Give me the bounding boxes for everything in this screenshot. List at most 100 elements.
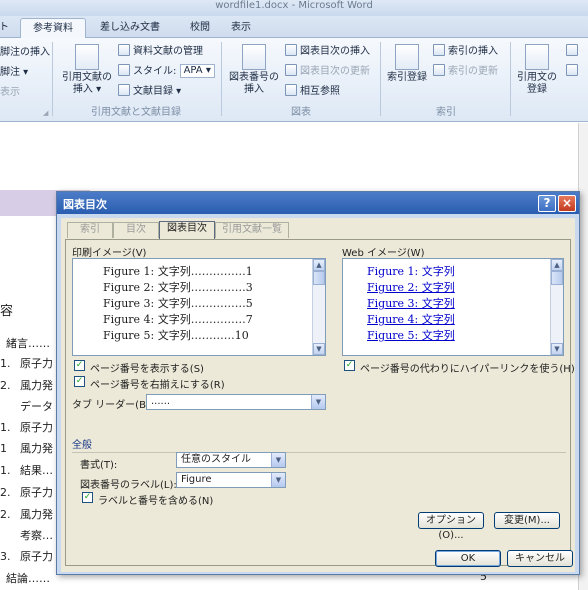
insert-citation-button[interactable]: 引用文献の 挿入 ▾ — [58, 44, 116, 96]
insert-index-button[interactable]: 索引の挿入 — [433, 44, 498, 59]
show-notes-partial[interactable]: 表示 — [0, 86, 20, 100]
dialog-titlebar[interactable]: 図表目次 ? × — [57, 192, 579, 214]
insert-footnote-partial[interactable]: 脚注の挿入 — [0, 46, 50, 60]
footnote-menu-partial[interactable]: 脚注 ▾ — [0, 66, 28, 80]
toa-small-button[interactable] — [566, 44, 581, 59]
tab-index[interactable]: 索引 — [67, 222, 113, 238]
web-preview-line[interactable]: Figure 4: 文字列 — [367, 311, 455, 327]
footnote-label: 脚注の挿入 — [0, 47, 50, 58]
include-label-checkbox[interactable]: ✓ — [82, 492, 93, 503]
use-hyperlinks-checkbox[interactable]: ✓ — [344, 360, 355, 371]
tab-review[interactable]: 校閲 — [180, 18, 220, 38]
tab-table-of-figures[interactable]: 図表目次 — [159, 221, 215, 239]
captions-group-label: 図表 — [291, 107, 311, 118]
show-page-numbers-label[interactable]: ページ番号を表示する(S) — [90, 360, 204, 375]
doc-line-text: 風力発 — [20, 508, 53, 521]
insert-index-label: 索引の挿入 — [448, 46, 498, 57]
tab-mailings[interactable]: 差し込み文書 — [92, 18, 168, 38]
insert-table-of-figures-button[interactable]: 図表目次の挿入 — [285, 44, 370, 59]
close-button[interactable]: × — [558, 195, 576, 212]
tab-partial[interactable]: ト — [0, 18, 12, 38]
manage-sources-button[interactable]: 資料文献の管理 — [118, 44, 203, 59]
scroll-down-icon[interactable]: ▼ — [313, 343, 325, 355]
doc-line: 考察… — [20, 527, 53, 543]
formats-select[interactable]: 任意のスタイル ▼ — [176, 452, 286, 468]
mark-entry-button[interactable]: 索引登録 — [384, 44, 430, 84]
help-button[interactable]: ? — [538, 195, 556, 212]
doc-line-num: 1. — [0, 421, 11, 434]
modify-button[interactable]: 変更(M)... — [494, 512, 560, 529]
web-preview-line[interactable]: Figure 3: 文字列 — [367, 295, 455, 311]
tab-leader-select[interactable]: ...... ▼ — [146, 394, 326, 410]
citations-group-label: 引用文献と文献目録 — [91, 107, 181, 118]
doc-line: 1 風力発 — [0, 440, 53, 456]
chevron-down-icon[interactable]: ▼ — [271, 453, 285, 467]
tab-references[interactable]: 参考資料 — [20, 18, 86, 39]
tab-view[interactable]: 表示 — [222, 18, 260, 38]
preview-page: 3 — [245, 281, 253, 294]
dialog-body: 索引 目次 図表目次 引用文献一覧 印刷イメージ(V) Figure 1: 文字… — [61, 218, 575, 572]
right-align-checkbox[interactable]: ✓ — [74, 376, 85, 387]
dialog-launcher-icon[interactable]: ◢ — [43, 106, 48, 120]
right-align-label[interactable]: ページ番号を右揃えにする(R) — [90, 376, 225, 391]
insert-index-icon — [433, 44, 445, 56]
dialog-title: 図表目次 — [63, 198, 107, 211]
scroll-up-icon[interactable]: ▲ — [313, 259, 325, 271]
toa-icon — [566, 44, 578, 56]
web-preview-line[interactable]: Figure 2: 文字列 — [367, 279, 455, 295]
insert-caption-label: 図表番号の 挿入 — [229, 72, 279, 95]
style-selector[interactable]: スタイル: APA ▾ — [118, 64, 215, 79]
toa-small-button-2[interactable] — [566, 64, 581, 79]
show-page-numbers-checkbox[interactable]: ✓ — [74, 360, 85, 371]
web-preview-scrollbar[interactable]: ▲ ▼ — [550, 259, 563, 355]
update-table-button[interactable]: 図表目次の更新 — [285, 64, 370, 79]
print-preview-box[interactable]: Figure 1: 文字列……………1 Figure 2: 文字列……………3 … — [72, 258, 326, 356]
ok-button[interactable]: OK — [435, 550, 501, 567]
chevron-down-icon[interactable]: ▼ — [271, 473, 285, 487]
tab-table-of-authorities[interactable]: 引用文献一覧 — [215, 222, 289, 238]
mark-citation-label: 引用文の 登録 — [517, 72, 557, 95]
style-combo[interactable]: APA ▾ — [179, 64, 215, 78]
cross-reference-button[interactable]: 相互参照 — [285, 84, 340, 99]
doc-line: 1. 原子力 — [0, 419, 53, 435]
doc-line-text: 原子力 — [20, 421, 53, 434]
style-value: APA — [183, 65, 203, 76]
update-index-button[interactable]: 索引の更新 — [433, 64, 498, 79]
doc-line-num: 2. — [0, 486, 11, 499]
options-button[interactable]: オプション(O)... — [418, 512, 484, 541]
include-label-label[interactable]: ラベルと番号を含める(N) — [98, 492, 213, 507]
caption-icon — [242, 44, 266, 70]
scroll-up-icon[interactable]: ▲ — [551, 259, 563, 271]
show-notes-label: 表示 — [0, 87, 20, 98]
ribbon: 脚注の挿入 脚注 ▾ 表示 ◢ 引用文献の 挿入 ▾ 資料文献の管理 スタイル:… — [0, 38, 588, 122]
close-icon: × — [561, 196, 573, 210]
bibliography-label: 文献目録 ▾ — [133, 86, 182, 97]
group-separator — [510, 42, 511, 116]
doc-line: 2. 風力発 — [0, 506, 53, 522]
insert-caption-button[interactable]: 図表番号の 挿入 — [226, 44, 282, 96]
web-preview-line[interactable]: Figure 1: 文字列 — [367, 263, 455, 279]
print-preview-line: Figure 2: 文字列……………3 — [103, 279, 253, 295]
doc-line: 1. 結果… — [0, 462, 53, 478]
group-separator — [221, 42, 222, 116]
scroll-down-icon[interactable]: ▼ — [551, 343, 563, 355]
scroll-thumb[interactable] — [551, 271, 563, 285]
doc-line-text: 原子力 — [20, 550, 53, 563]
print-preview-line: Figure 3: 文字列……………5 — [103, 295, 253, 311]
cross-reference-label: 相互参照 — [300, 86, 340, 97]
chevron-down-icon[interactable]: ▼ — [311, 395, 325, 409]
help-icon: ? — [543, 196, 551, 210]
doc-line: データ — [20, 398, 53, 414]
web-preview-box[interactable]: Figure 1: 文字列 Figure 2: 文字列 Figure 3: 文字… — [342, 258, 564, 356]
tab-toc[interactable]: 目次 — [113, 222, 159, 238]
use-hyperlinks-label[interactable]: ページ番号の代わりにハイパーリンクを使う(H) — [360, 360, 575, 375]
mark-citation-button[interactable]: 引用文の 登録 — [514, 44, 560, 96]
print-preview-scrollbar[interactable]: ▲ ▼ — [312, 259, 325, 355]
web-preview-line[interactable]: Figure 5: 文字列 — [367, 327, 455, 343]
caption-label-select[interactable]: Figure ▼ — [176, 472, 286, 488]
scroll-thumb[interactable] — [313, 271, 325, 285]
bibliography-button[interactable]: 文献目録 ▾ — [118, 84, 181, 99]
index-group-label: 索引 — [436, 107, 456, 118]
cancel-button[interactable]: キャンセル — [507, 550, 573, 567]
doc-line: 3. 原子力 — [0, 548, 53, 564]
